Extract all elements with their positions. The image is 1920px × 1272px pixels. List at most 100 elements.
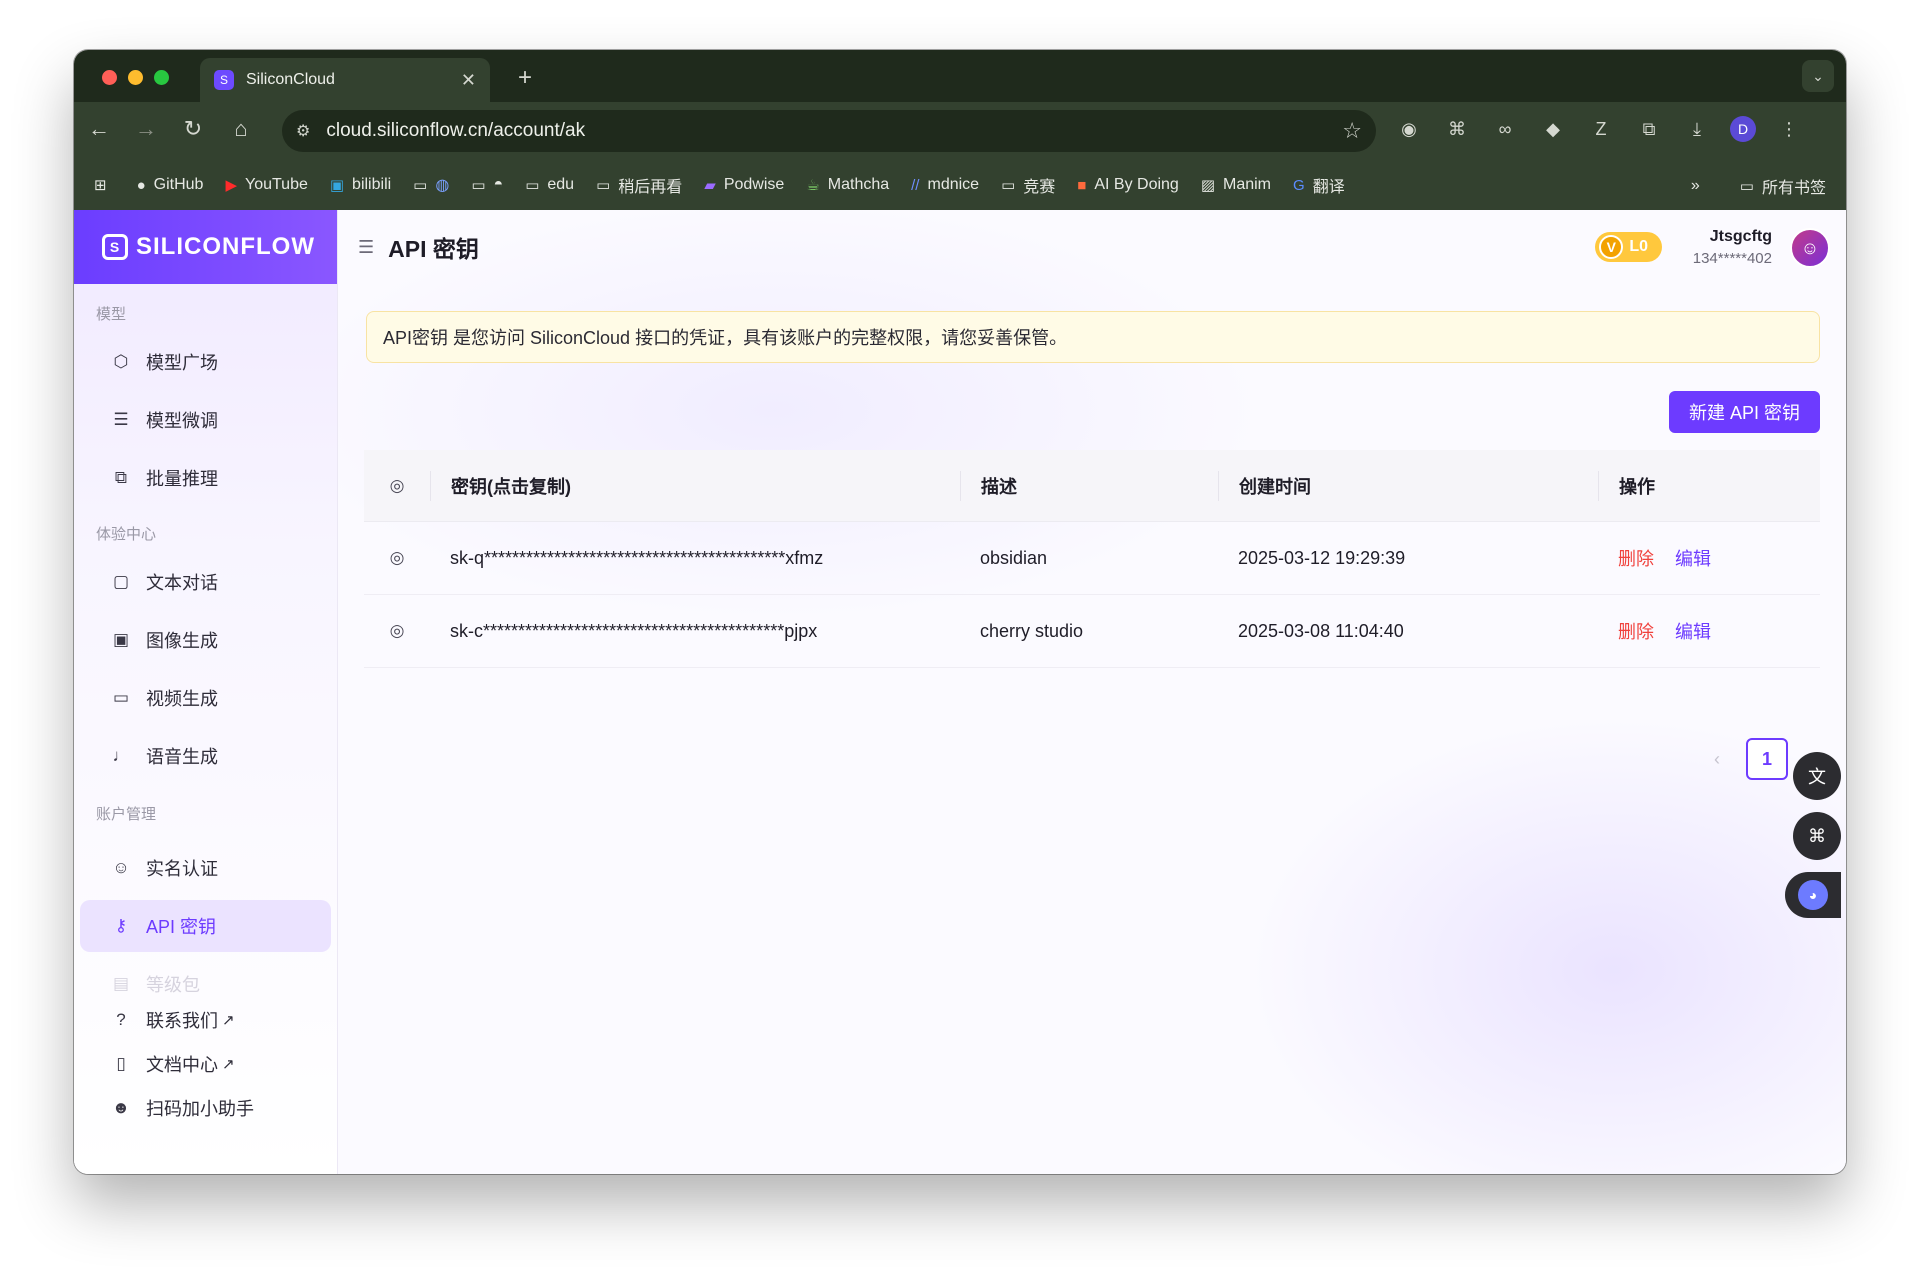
video-icon: ▭ — [112, 688, 130, 707]
brand-name: SILICONFLOW — [136, 233, 315, 260]
bookmarks-right: » ▭ 所有书签 — [1691, 174, 1826, 198]
brand-logo[interactable]: S SILICONFLOW — [74, 210, 337, 284]
bookmark-bilibili[interactable]: ▣ bilibili — [330, 176, 391, 194]
more-menu-icon[interactable]: ⋮ — [1774, 114, 1804, 144]
all-bookmarks[interactable]: ▭ 所有书签 — [1740, 174, 1826, 198]
profile-avatar[interactable]: D — [1730, 116, 1756, 142]
delete-button[interactable]: 删除 — [1618, 549, 1654, 569]
prev-page-icon[interactable]: ‹ — [1714, 749, 1720, 770]
folder-icon: ▭ — [413, 177, 428, 194]
folder-icon: ▭ — [596, 177, 611, 194]
eye-off-icon[interactable]: ◎ — [364, 621, 430, 641]
address-bar[interactable]: ⚙ cloud.siliconflow.cn/account/ak ☆ — [282, 110, 1376, 152]
user-info[interactable]: Jtsgcftg 134*****402 — [1693, 228, 1772, 267]
download-icon[interactable]: ⤓ — [1682, 114, 1712, 144]
bookmark-folder-emoji[interactable]: ▭ ◓ — [471, 176, 503, 194]
key-description: cherry studio — [980, 620, 1084, 641]
aibydoing-icon: ■ — [1077, 176, 1087, 194]
level-badge[interactable]: V L0 — [1595, 232, 1662, 262]
toggle-all-visibility-icon[interactable]: ◎ — [364, 476, 430, 496]
more-bookmarks-icon[interactable]: » — [1691, 177, 1700, 195]
sidebar-item-assistant[interactable]: ☻ 扫码加小助手 — [80, 1086, 331, 1130]
translate-float-icon[interactable]: 文 — [1793, 752, 1841, 800]
reload-icon[interactable]: ↻ — [178, 116, 208, 142]
globe-icon: ◍ — [435, 177, 450, 194]
page: S SILICONFLOW 模型 ⬡ 模型广场 ☰ 模型微调 ⧉ 批量推理 体验中心 … — [74, 210, 1846, 1174]
home-icon[interactable]: ⌂ — [226, 116, 256, 142]
extensions-bar: ◉ ⌘ ∞ ◆ Z ⧉ ⤓ D ⋮ — [1394, 114, 1804, 144]
back-icon[interactable]: ← — [84, 116, 114, 142]
sidebar-item-api-keys[interactable]: ⚷ API 密钥 — [80, 900, 331, 952]
page-title: API 密钥 — [388, 236, 479, 262]
sidebar-item-text-chat[interactable]: ▢ 文本对话 — [80, 556, 331, 608]
sidebar-item-contact[interactable]: ? 联系我们 ↗ — [80, 998, 331, 1042]
folder-icon: ▭ — [525, 177, 540, 194]
bookmark-later[interactable]: ▭ 稍后再看 — [596, 173, 682, 197]
floating-buttons: 文 ⌘ ◕ — [1785, 752, 1841, 918]
assistant-bot-button[interactable]: ◕ — [1785, 872, 1841, 918]
sidebar-item-docs[interactable]: ▯ 文档中心 ↗ — [80, 1042, 331, 1086]
close-tab-icon[interactable]: ✕ — [461, 70, 476, 91]
tab-search-icon[interactable]: ⌄ — [1802, 60, 1834, 92]
api-key-value[interactable]: sk-q************************************… — [430, 548, 960, 569]
puzzle-extension-icon[interactable]: ⧉ — [1634, 114, 1664, 144]
sidebar-item-package[interactable]: ▤ 等级包 — [80, 970, 331, 998]
edit-button[interactable]: 编辑 — [1675, 622, 1711, 642]
sidebar-item-label: 文本对话 — [146, 573, 218, 593]
sidebar-item-voice-gen[interactable]: ♩ 语音生成 — [80, 730, 331, 782]
bookmark-label: YouTube — [244, 176, 308, 193]
sidebar-item-label: 实名认证 — [146, 859, 218, 879]
bookmark-label: 稍后再看 — [618, 179, 683, 196]
collapse-sidebar-icon[interactable]: ☰ — [358, 237, 374, 258]
sidebar-item-batch[interactable]: ⧉ 批量推理 — [80, 452, 331, 504]
glasses-extension-icon[interactable]: ∞ — [1490, 114, 1520, 144]
chat-icon: ▢ — [112, 572, 130, 591]
sidebar-item-image-gen[interactable]: ▣ 图像生成 — [80, 614, 331, 666]
bookmark-folder-globe[interactable]: ▭ ◍ — [413, 175, 449, 195]
zotero-extension-icon[interactable]: Z — [1586, 114, 1616, 144]
user-avatar[interactable]: ☺ — [1790, 228, 1830, 268]
sidebar-item-model-square[interactable]: ⬡ 模型广场 — [80, 336, 331, 388]
maximize-window-button[interactable] — [154, 70, 169, 85]
bookmark-mdnice[interactable]: // mdnice — [911, 176, 979, 194]
new-api-key-button[interactable]: 新建 API 密钥 — [1668, 391, 1820, 433]
bookmark-manim[interactable]: ▨ Manim — [1201, 176, 1271, 194]
bookmark-mathcha[interactable]: ☕ Mathcha — [806, 176, 889, 194]
bookmark-youtube[interactable]: ▶ YouTube — [225, 176, 307, 194]
bookmark-contest[interactable]: ▭ 竞赛 — [1001, 173, 1055, 197]
sidebar: S SILICONFLOW 模型 ⬡ 模型广场 ☰ 模型微调 ⧉ 批量推理 体验中心 … — [74, 210, 338, 1174]
row-actions: 删除 编辑 — [1598, 545, 1820, 571]
minimize-window-button[interactable] — [128, 70, 143, 85]
sidebar-item-video-gen[interactable]: ▭ 视频生成 — [80, 672, 331, 724]
bookmark-star-icon[interactable]: ☆ — [1342, 118, 1362, 144]
new-tab-icon[interactable]: + — [518, 64, 532, 92]
forward-icon[interactable]: → — [131, 116, 161, 142]
users-icon: ☻ — [112, 1098, 130, 1117]
bookmark-github[interactable]: ● GitHub — [137, 176, 204, 194]
apps-grid-icon[interactable]: ⊞ — [94, 176, 115, 194]
siliconcloud-favicon-icon: S — [214, 70, 234, 90]
bookmark-edu[interactable]: ▭ edu — [525, 176, 574, 194]
eye-off-icon[interactable]: ◎ — [364, 548, 430, 568]
apps-float-icon[interactable]: ⌘ — [1793, 812, 1841, 860]
youtube-icon: ▶ — [225, 177, 237, 194]
api-key-value[interactable]: sk-c************************************… — [430, 621, 960, 642]
url-text[interactable]: cloud.siliconflow.cn/account/ak — [326, 120, 585, 142]
bookmark-label: bilibili — [352, 176, 392, 193]
edit-button[interactable]: 编辑 — [1675, 549, 1711, 569]
sidebar-item-fine-tune[interactable]: ☰ 模型微调 — [80, 394, 331, 446]
browser-tab[interactable]: S SiliconCloud ✕ — [200, 58, 490, 102]
translate-icon: G — [1293, 176, 1305, 194]
sidebar-item-verification[interactable]: ☺ 实名认证 — [80, 842, 331, 894]
camera-extension-icon[interactable]: ◉ — [1394, 114, 1424, 144]
close-window-button[interactable] — [102, 70, 117, 85]
obsidian-extension-icon[interactable]: ◆ — [1538, 114, 1568, 144]
delete-button[interactable]: 删除 — [1618, 622, 1654, 642]
key-created-time: 2025-03-12 19:29:39 — [1238, 547, 1406, 568]
bookmark-aibydoing[interactable]: ■ AI By Doing — [1077, 176, 1179, 194]
translate-extension-icon[interactable]: ⌘ — [1442, 114, 1472, 144]
bookmark-translate[interactable]: G 翻译 — [1293, 173, 1345, 197]
site-info-icon[interactable]: ⚙ — [296, 121, 310, 141]
current-page[interactable]: 1 — [1746, 738, 1788, 780]
bookmark-podwise[interactable]: ▰ Podwise — [704, 176, 784, 194]
